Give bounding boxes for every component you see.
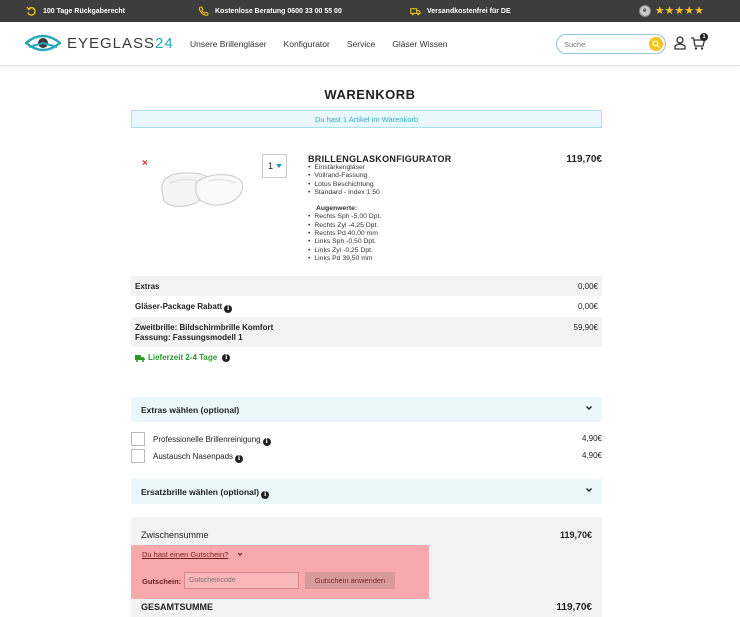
phone-consultation[interactable]: Kostenlose Beratung 0600 33 00 55 00: [198, 0, 342, 22]
total-value: 119,70€: [556, 602, 592, 613]
logo-number-text: 24: [155, 34, 174, 52]
quantity-value: 1: [268, 161, 274, 171]
frame-label: Fassung: Fassungsmodell 1: [135, 333, 243, 342]
info-icon[interactable]: i: [224, 304, 233, 313]
chevron-down-icon: [586, 406, 592, 410]
spare-glasses-accordion[interactable]: Ersatzbrille wählen (optional) i: [131, 479, 602, 504]
search-box: [556, 34, 666, 54]
logo-text: EYEGLASS24: [67, 35, 174, 52]
site-logo[interactable]: EYEGLASS24: [25, 32, 174, 54]
chevron-down-icon[interactable]: [237, 551, 243, 557]
nav-item-glaeser-wissen[interactable]: Gläser Wissen: [392, 39, 447, 49]
extra-option-cleaning: Professionelle Brillenreinigung i 4,90€: [131, 432, 602, 447]
search-input[interactable]: [564, 39, 642, 49]
extras-value: 0,00€: [577, 282, 598, 291]
nav-item-brillenglaeser[interactable]: Unsere Brillengläser: [190, 39, 267, 49]
cart-notice: Du hast 1 Artikel im Warenkorb: [131, 110, 602, 128]
order-summary: Zwischensumme 119,70€ Du hast einen Guts…: [131, 517, 602, 617]
lens-product-image: [161, 172, 244, 207]
augenwerte-heading: Augenwerte:: [316, 205, 358, 213]
augenwerte-list: Rechts Sph -5,00 Dpt. Rechts Zyl -4,25 D…: [308, 213, 381, 263]
option-price: 4,90€: [581, 434, 602, 443]
product-name: BRILLENGLASKONFIGURATOR: [308, 154, 452, 164]
truck-icon: [410, 7, 421, 15]
extras-accordion-title: Extras wählen (optional): [141, 405, 240, 415]
list-item: Lotus Beschichtung: [308, 181, 381, 189]
subtotal-value: 119,70€: [559, 530, 592, 540]
list-item: Rechts Pd 40,00 mm: [308, 230, 381, 238]
extras-row: Extras 0,00€: [131, 276, 602, 296]
free-shipping: Versandkostenfrei für DE: [410, 0, 511, 22]
quantity-select[interactable]: 1: [262, 154, 287, 178]
voucher-section: Du hast einen Gutschein? Gutschein: Guts…: [131, 545, 429, 599]
list-item: Rechts Zyl -4,25 Dpt.: [308, 222, 381, 230]
checkbox[interactable]: [131, 449, 145, 463]
chevron-down-icon: [586, 488, 592, 492]
nav-item-service[interactable]: Service: [347, 39, 375, 49]
top-info-bar: 100 Tage Rückgaberecht Kostenlose Beratu…: [0, 0, 740, 22]
extra-option-nosepads: Austausch Nasenpads i 4,90€: [131, 449, 602, 464]
return-policy: 100 Tage Rückgaberecht: [26, 0, 125, 22]
return-arrow-icon: [26, 6, 36, 16]
info-icon[interactable]: i: [261, 490, 270, 499]
voucher-toggle-link[interactable]: Du hast einen Gutschein?: [142, 550, 228, 559]
list-item: Links Zyl -0,25 Dpt.: [308, 247, 381, 255]
extras-accordion[interactable]: Extras wählen (optional): [131, 397, 602, 422]
checkbox[interactable]: [131, 432, 145, 446]
search-button[interactable]: [649, 37, 663, 51]
product-details: Einstärkengläser Vollrand-Fassung Lotus …: [308, 164, 381, 263]
option-price: 4,90€: [581, 451, 602, 460]
list-item: Links Pd 39,50 mm: [308, 255, 381, 263]
total-label: GESAMTSUMME: [141, 602, 213, 612]
delivery-time: Lieferzeit 2-4 Tage i: [135, 353, 231, 362]
nav-item-konfigurator[interactable]: Konfigurator: [284, 39, 330, 49]
rating-stars: ★★★★★: [654, 5, 704, 17]
product-price: 119,70€: [566, 154, 602, 165]
option-label: Austausch Nasenpads: [153, 452, 234, 461]
phone-consultation-text: Kostenlose Beratung 0600 33 00 55 00: [215, 7, 342, 15]
second-glasses-label: Zweitbrille: Bildschirmbrille Komfort: [135, 323, 274, 332]
info-icon[interactable]: i: [222, 353, 231, 362]
page-title: WARENKORB: [324, 87, 416, 102]
trust-rating[interactable]: e ★★★★★: [638, 4, 704, 18]
package-discount-value: 0,00€: [577, 302, 598, 311]
cart-count-badge: 1: [700, 33, 708, 41]
second-glasses-row: Zweitbrille: Bildschirmbrille Komfort Fa…: [131, 317, 602, 347]
voucher-code-input[interactable]: [184, 572, 299, 589]
search-icon: [652, 40, 660, 48]
logo-main-text: EYEGLASS: [67, 34, 156, 52]
account-icon[interactable]: [672, 35, 688, 51]
truck-icon: [135, 354, 145, 362]
option-label: Professionelle Brillenreinigung: [153, 435, 261, 444]
list-item: Vollrand-Fassung: [308, 172, 381, 180]
return-policy-text: 100 Tage Rückgaberecht: [43, 7, 125, 15]
list-item: Standard - Index 1.50: [308, 189, 381, 197]
delivery-time-text: Lieferzeit 2-4 Tage: [148, 353, 218, 362]
chevron-down-icon: [276, 164, 283, 168]
feature-list: Einstärkengläser Vollrand-Fassung Lotus …: [308, 164, 381, 197]
main-header: EYEGLASS24 Unsere Brillengläser Konfigur…: [0, 22, 740, 66]
apply-voucher-button[interactable]: Gutschein anwenden: [305, 572, 395, 589]
voucher-label: Gutschein:: [142, 577, 182, 586]
trust-seal-icon: e: [638, 5, 651, 17]
extras-label: Extras: [135, 282, 160, 291]
list-item: Einstärkengläser: [308, 164, 381, 172]
list-item: Rechts Sph -5,00 Dpt.: [308, 213, 381, 221]
second-glasses-value: 59,90€: [573, 323, 598, 332]
package-discount-row: Gläser-Package Rabatt i 0,00€: [131, 296, 602, 317]
subtotal-label: Zwischensumme: [141, 530, 209, 540]
list-item: Links Sph -0,50 Dpt.: [308, 238, 381, 246]
main-nav: Unsere Brillengläser Konfigurator Servic…: [190, 22, 447, 66]
free-shipping-text: Versandkostenfrei für DE: [427, 7, 511, 15]
remove-item-button[interactable]: ×: [142, 158, 148, 169]
phone-icon: [198, 5, 209, 16]
eye-logo-icon: [25, 34, 61, 52]
info-icon[interactable]: i: [262, 437, 271, 446]
spare-glasses-title: Ersatzbrille wählen (optional): [141, 487, 260, 497]
info-icon[interactable]: i: [235, 454, 244, 463]
package-discount-label: Gläser-Package Rabatt: [135, 302, 223, 311]
